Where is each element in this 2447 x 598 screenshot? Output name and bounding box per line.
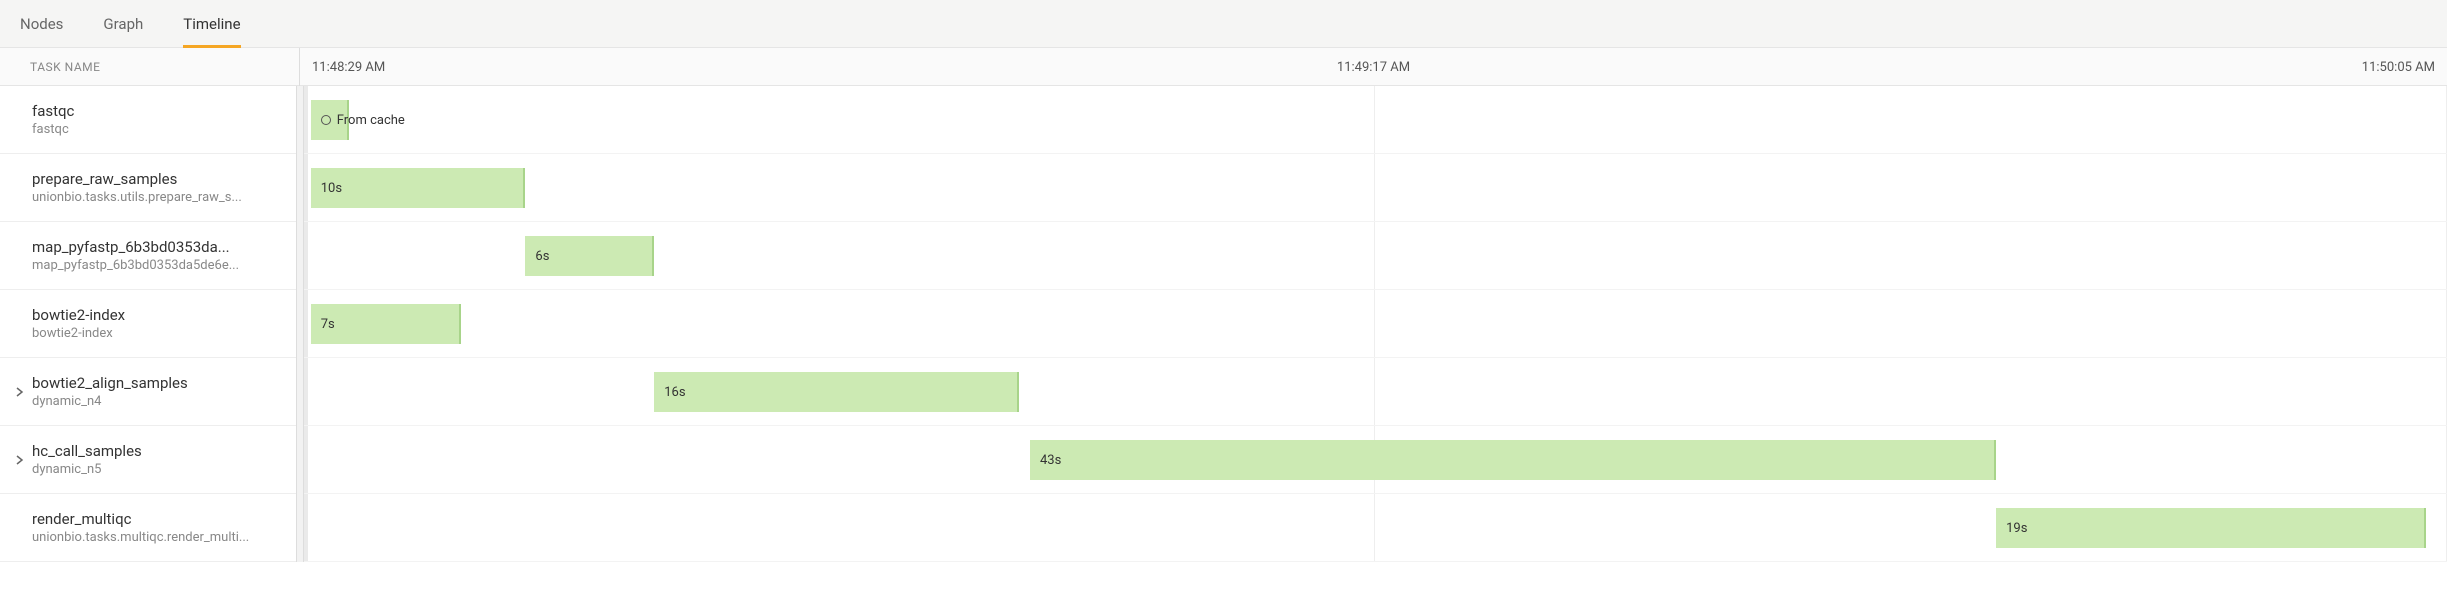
panel-splitter[interactable]: [296, 86, 304, 562]
gantt-row: 19s: [300, 494, 2447, 562]
time-mark-mid: 11:49:17 AM: [1337, 48, 1410, 86]
bar-label: 16s: [664, 385, 685, 400]
time-mark-end: 11:50:05 AM: [2362, 48, 2435, 86]
task-sidebar: Task Name fastqc fastqc prepare_raw_samp…: [0, 48, 300, 562]
tab-nodes[interactable]: Nodes: [20, 0, 63, 48]
bar-label: 6s: [535, 249, 549, 264]
chevron-right-icon[interactable]: [10, 455, 30, 465]
sidebar-header-taskname: Task Name: [0, 48, 299, 86]
task-name-label: prepare_raw_samples: [32, 170, 281, 188]
task-sub-label: dynamic_n4: [32, 394, 281, 409]
task-sub-label: fastqc: [32, 122, 281, 137]
gantt-bar[interactable]: 10s: [311, 168, 526, 208]
gantt-row: 6s: [300, 222, 2447, 290]
task-row[interactable]: map_pyfastp_6b3bd0353da... map_pyfastp_6…: [0, 222, 299, 290]
gantt-row: 10s: [300, 154, 2447, 222]
gantt-bar[interactable]: From cache: [311, 100, 350, 140]
bar-label: 7s: [321, 317, 335, 332]
task-row[interactable]: fastqc fastqc: [0, 86, 299, 154]
task-sub-label: dynamic_n5: [32, 462, 281, 477]
gantt-bar[interactable]: 43s: [1030, 440, 1996, 480]
task-row[interactable]: hc_call_samples dynamic_n5: [0, 426, 299, 494]
gantt-bar[interactable]: 19s: [1996, 508, 2425, 548]
task-sub-label: bowtie2-index: [32, 326, 281, 341]
task-row[interactable]: bowtie2-index bowtie2-index: [0, 290, 299, 358]
task-name-label: map_pyfastp_6b3bd0353da...: [32, 238, 281, 256]
bar-label: 10s: [321, 181, 342, 196]
time-mark-start: 11:48:29 AM: [312, 48, 385, 86]
gantt-bar[interactable]: 7s: [311, 304, 461, 344]
task-row[interactable]: bowtie2_align_samples dynamic_n4: [0, 358, 299, 426]
task-name-label: render_multiqc: [32, 510, 281, 528]
cache-icon: [321, 114, 331, 126]
bar-label: 43s: [1040, 453, 1061, 468]
timeline-header: 11:48:29 AM 11:49:17 AM 11:50:05 AM: [300, 48, 2447, 86]
task-name-label: bowtie2_align_samples: [32, 374, 281, 392]
task-sub-label: unionbio.tasks.multiqc.render_multi...: [32, 530, 281, 545]
task-row[interactable]: render_multiqc unionbio.tasks.multiqc.re…: [0, 494, 299, 562]
gantt-row: 43s: [300, 426, 2447, 494]
gantt-row: From cache: [300, 86, 2447, 154]
task-sub-label: map_pyfastp_6b3bd0353da5de6e...: [32, 258, 281, 273]
tab-graph[interactable]: Graph: [103, 0, 143, 48]
tabs-bar: Nodes Graph Timeline: [0, 0, 2447, 48]
bar-label: From cache: [337, 113, 405, 128]
task-sub-label: unionbio.tasks.utils.prepare_raw_s...: [32, 190, 281, 205]
bar-label: 19s: [2006, 521, 2027, 536]
tab-timeline[interactable]: Timeline: [183, 0, 240, 48]
task-name-label: fastqc: [32, 102, 281, 120]
main-panel: Task Name fastqc fastqc prepare_raw_samp…: [0, 48, 2447, 562]
task-name-label: hc_call_samples: [32, 442, 281, 460]
chevron-right-icon[interactable]: [10, 387, 30, 397]
gantt-row: 7s: [300, 290, 2447, 358]
gantt-bar[interactable]: 6s: [525, 236, 654, 276]
gantt-row: 16s: [300, 358, 2447, 426]
timeline-body: From cache 10s 6s 7s 16s: [300, 86, 2447, 562]
task-name-label: bowtie2-index: [32, 306, 281, 324]
gantt-bar[interactable]: 16s: [654, 372, 1019, 412]
task-row[interactable]: prepare_raw_samples unionbio.tasks.utils…: [0, 154, 299, 222]
timeline-panel: 11:48:29 AM 11:49:17 AM 11:50:05 AM From…: [300, 48, 2447, 562]
